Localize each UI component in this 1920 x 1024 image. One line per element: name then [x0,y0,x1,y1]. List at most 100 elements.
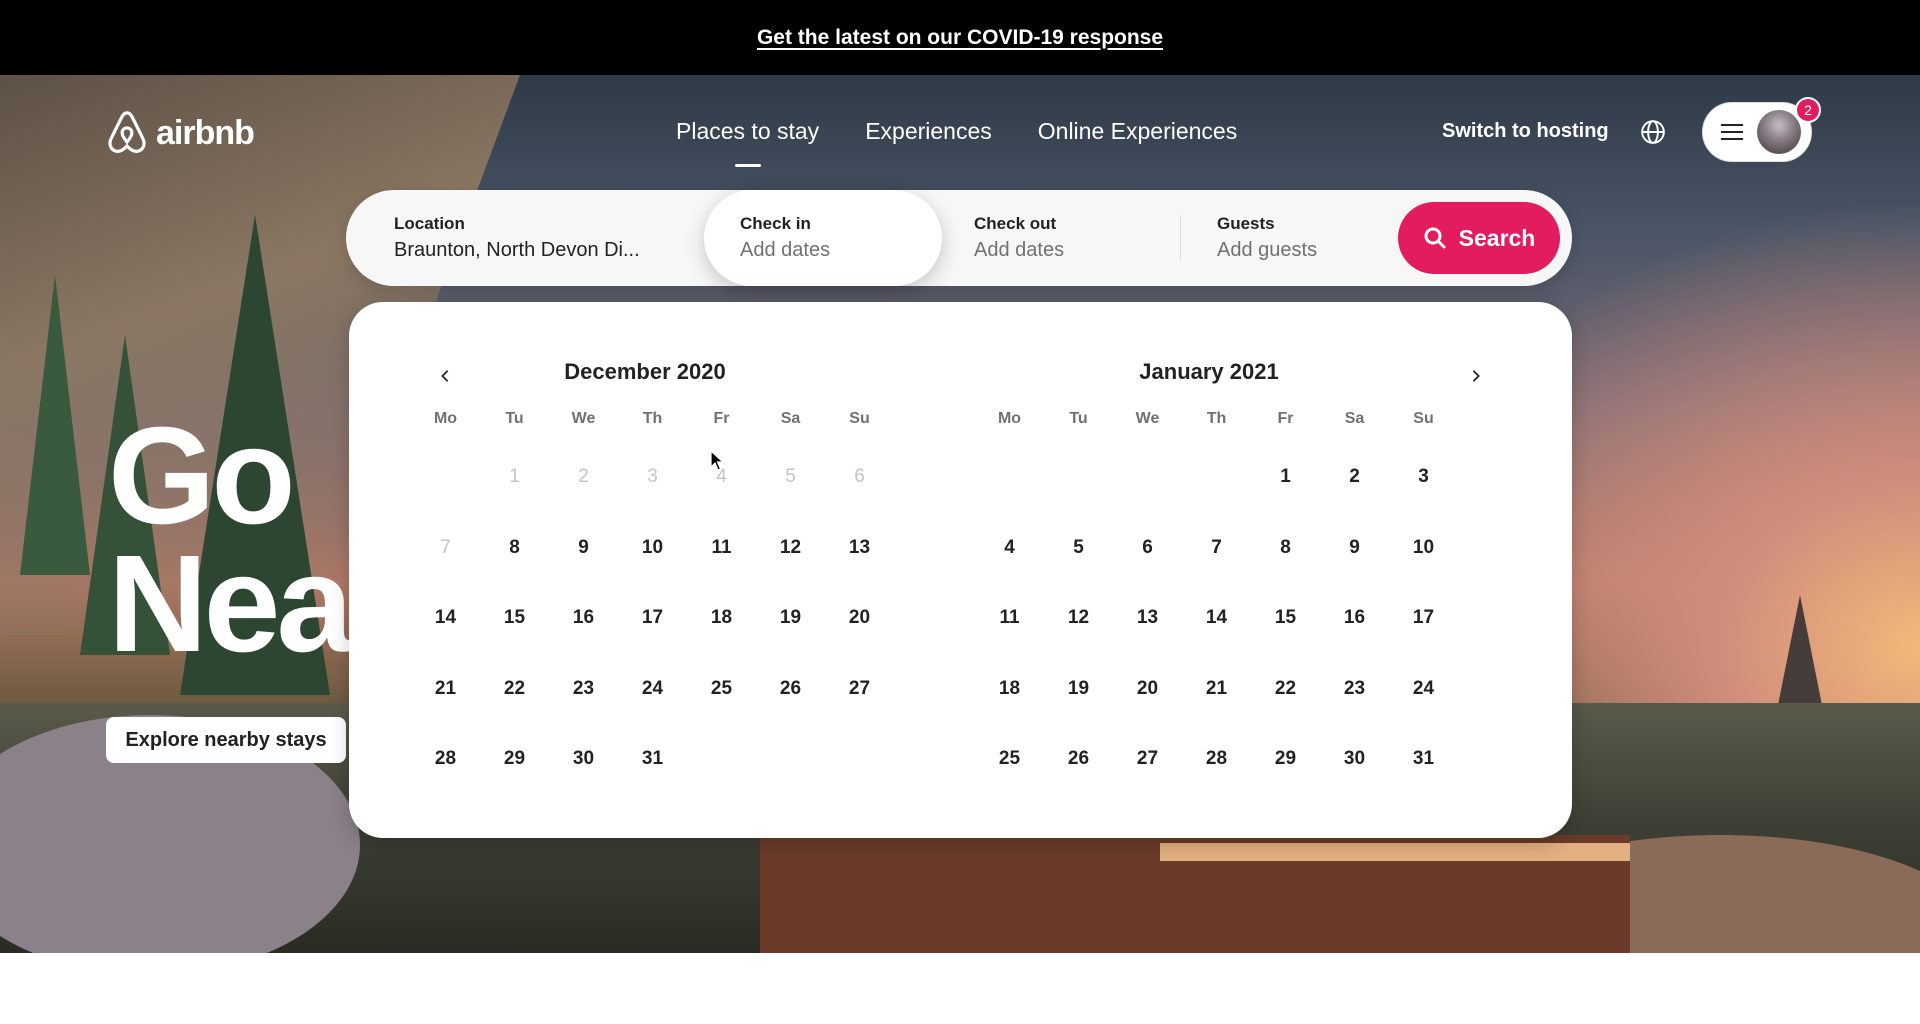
calendar-day[interactable]: 8 [480,513,549,584]
calendar-day[interactable]: 12 [756,513,825,584]
calendar-day[interactable]: 31 [618,724,687,795]
explore-nearby-stays-button[interactable]: Explore nearby stays [106,717,346,763]
calendar-day[interactable]: 13 [825,513,894,584]
calendar-day[interactable]: 27 [825,654,894,725]
calendar-day[interactable]: 14 [1182,583,1251,654]
search-button-label: Search [1458,224,1536,251]
next-month-button[interactable] [1460,360,1492,392]
main-nav: Places to stay Experiences Online Experi… [676,118,1237,155]
date-picker: December 2020 Mo Tu We Th Fr Sa Su 12345… [349,302,1572,838]
calendar-day[interactable]: 10 [1389,513,1458,584]
calendar-day[interactable]: 5 [1044,513,1113,584]
check-in-label: Check in [740,214,811,233]
month-title: December 2020 [564,359,726,384]
covid-response-link[interactable]: Get the latest on our COVID-19 response [757,26,1163,50]
calendar-day[interactable]: 13 [1113,583,1182,654]
check-out-placeholder: Add dates [974,239,1065,261]
calendar-day: 1 [509,466,520,488]
calendar-day[interactable]: 30 [549,724,618,795]
calendar-day[interactable]: 19 [756,583,825,654]
calendar-day[interactable]: 18 [975,654,1044,725]
nav-places-to-stay[interactable]: Places to stay [676,118,819,155]
mouse-cursor-icon [710,450,725,471]
calendar-day[interactable]: 27 [1113,724,1182,795]
check-in-field[interactable]: Check in Add dates [704,190,942,286]
calendar-day[interactable]: 3 [1389,442,1458,513]
calendar-day[interactable]: 4 [975,513,1044,584]
calendar-empty-cell [1113,442,1182,513]
search-button[interactable]: Search [1398,202,1560,274]
calendar-day[interactable]: 23 [1320,654,1389,725]
weekday-label: Th [1206,410,1227,427]
calendar-day[interactable]: 6 [1113,513,1182,584]
calendar-day[interactable]: 16 [1320,583,1389,654]
calendar-day[interactable]: 10 [618,513,687,584]
hero-headline-line1: Go [108,399,296,553]
location-field[interactable]: Location Braunton, North Devon Di... [346,190,704,286]
calendar-day: 2 [578,466,589,488]
switch-to-hosting-link[interactable]: Switch to hosting [1442,120,1609,143]
check-out-field[interactable]: Check out Add dates [942,190,1180,286]
calendar-day[interactable]: 28 [411,724,480,795]
calendar-day[interactable]: 29 [480,724,549,795]
nav-experiences[interactable]: Experiences [865,118,992,155]
calendar-day[interactable]: 24 [618,654,687,725]
calendar-day[interactable]: 8 [1251,513,1320,584]
calendar-day[interactable]: 11 [687,513,756,584]
calendar-day[interactable]: 17 [618,583,687,654]
calendar-day[interactable]: 7 [1182,513,1251,584]
calendar-day[interactable]: 19 [1044,654,1113,725]
day-grid: 1 2 3 4 5 6 7 8 9 10 11 12 13 14 15 16 17 18 19 20 21 22 23 24 2… [975,442,1443,795]
calendar-day[interactable]: 29 [1251,724,1320,795]
weekday-header: Mo Tu We Th Fr Sa Su [411,410,879,428]
calendar-day[interactable]: 22 [1251,654,1320,725]
airbnb-logo-icon [108,111,146,153]
calendar-day[interactable]: 18 [687,583,756,654]
calendar-day[interactable]: 25 [687,654,756,725]
day-grid: 1 2 3 4 5 6 7 8 9 10 11 12 13 14 15 16 17 18 19 20 21 22 23 24 2… [411,442,879,795]
calendar-day[interactable]: 15 [480,583,549,654]
calendar-day[interactable]: 22 [480,654,549,725]
calendar-empty-cell [1044,442,1113,513]
weekday-label: Sa [780,410,801,427]
nav-online-experiences[interactable]: Online Experiences [1038,118,1237,155]
weekday-label: Mo [997,410,1022,427]
calendar-day[interactable]: 9 [549,513,618,584]
calendar-day[interactable]: 20 [825,583,894,654]
calendar-day[interactable]: 2 [1320,442,1389,513]
guests-field[interactable]: Guests Add guests [1181,190,1401,286]
calendar-day[interactable]: 20 [1113,654,1182,725]
check-in-placeholder: Add dates [740,239,831,261]
calendar-day[interactable]: 12 [1044,583,1113,654]
calendar-day[interactable]: 21 [1182,654,1251,725]
calendar-day[interactable]: 25 [975,724,1044,795]
covid-banner: Get the latest on our COVID-19 response [0,0,1920,75]
calendar-day[interactable]: 24 [1389,654,1458,725]
chevron-right-icon [1472,370,1480,382]
weekday-label: We [1135,410,1160,427]
search-bar: Location Braunton, North Devon Di... Che… [346,190,1572,286]
month-december-2020: December 2020 Mo Tu We Th Fr Sa Su 12345… [411,352,879,795]
calendar-day[interactable]: 11 [975,583,1044,654]
calendar-day[interactable]: 26 [1044,724,1113,795]
airbnb-logo[interactable]: airbnb [104,110,255,156]
calendar-day[interactable]: 1 [1251,442,1320,513]
calendar-day[interactable]: 23 [549,654,618,725]
calendar-day[interactable]: 14 [411,583,480,654]
calendar-day[interactable]: 30 [1320,724,1389,795]
weekday-label: Su [849,410,870,427]
calendar-day[interactable]: 31 [1389,724,1458,795]
calendar-day[interactable]: 21 [411,654,480,725]
calendar-day[interactable]: 16 [549,583,618,654]
weekday-label: We [571,410,596,427]
calendar-day[interactable]: 26 [756,654,825,725]
calendar-day[interactable]: 17 [1389,583,1458,654]
weekday-label: Fr [1277,410,1294,427]
calendar-day[interactable]: 9 [1320,513,1389,584]
globe-icon[interactable] [1640,119,1666,145]
calendar-day: 3 [647,466,658,488]
calendar-day[interactable]: 28 [1182,724,1251,795]
calendar-day[interactable]: 15 [1251,583,1320,654]
user-menu-button[interactable]: 2 [1702,97,1821,162]
check-out-label: Check out [974,214,1057,233]
